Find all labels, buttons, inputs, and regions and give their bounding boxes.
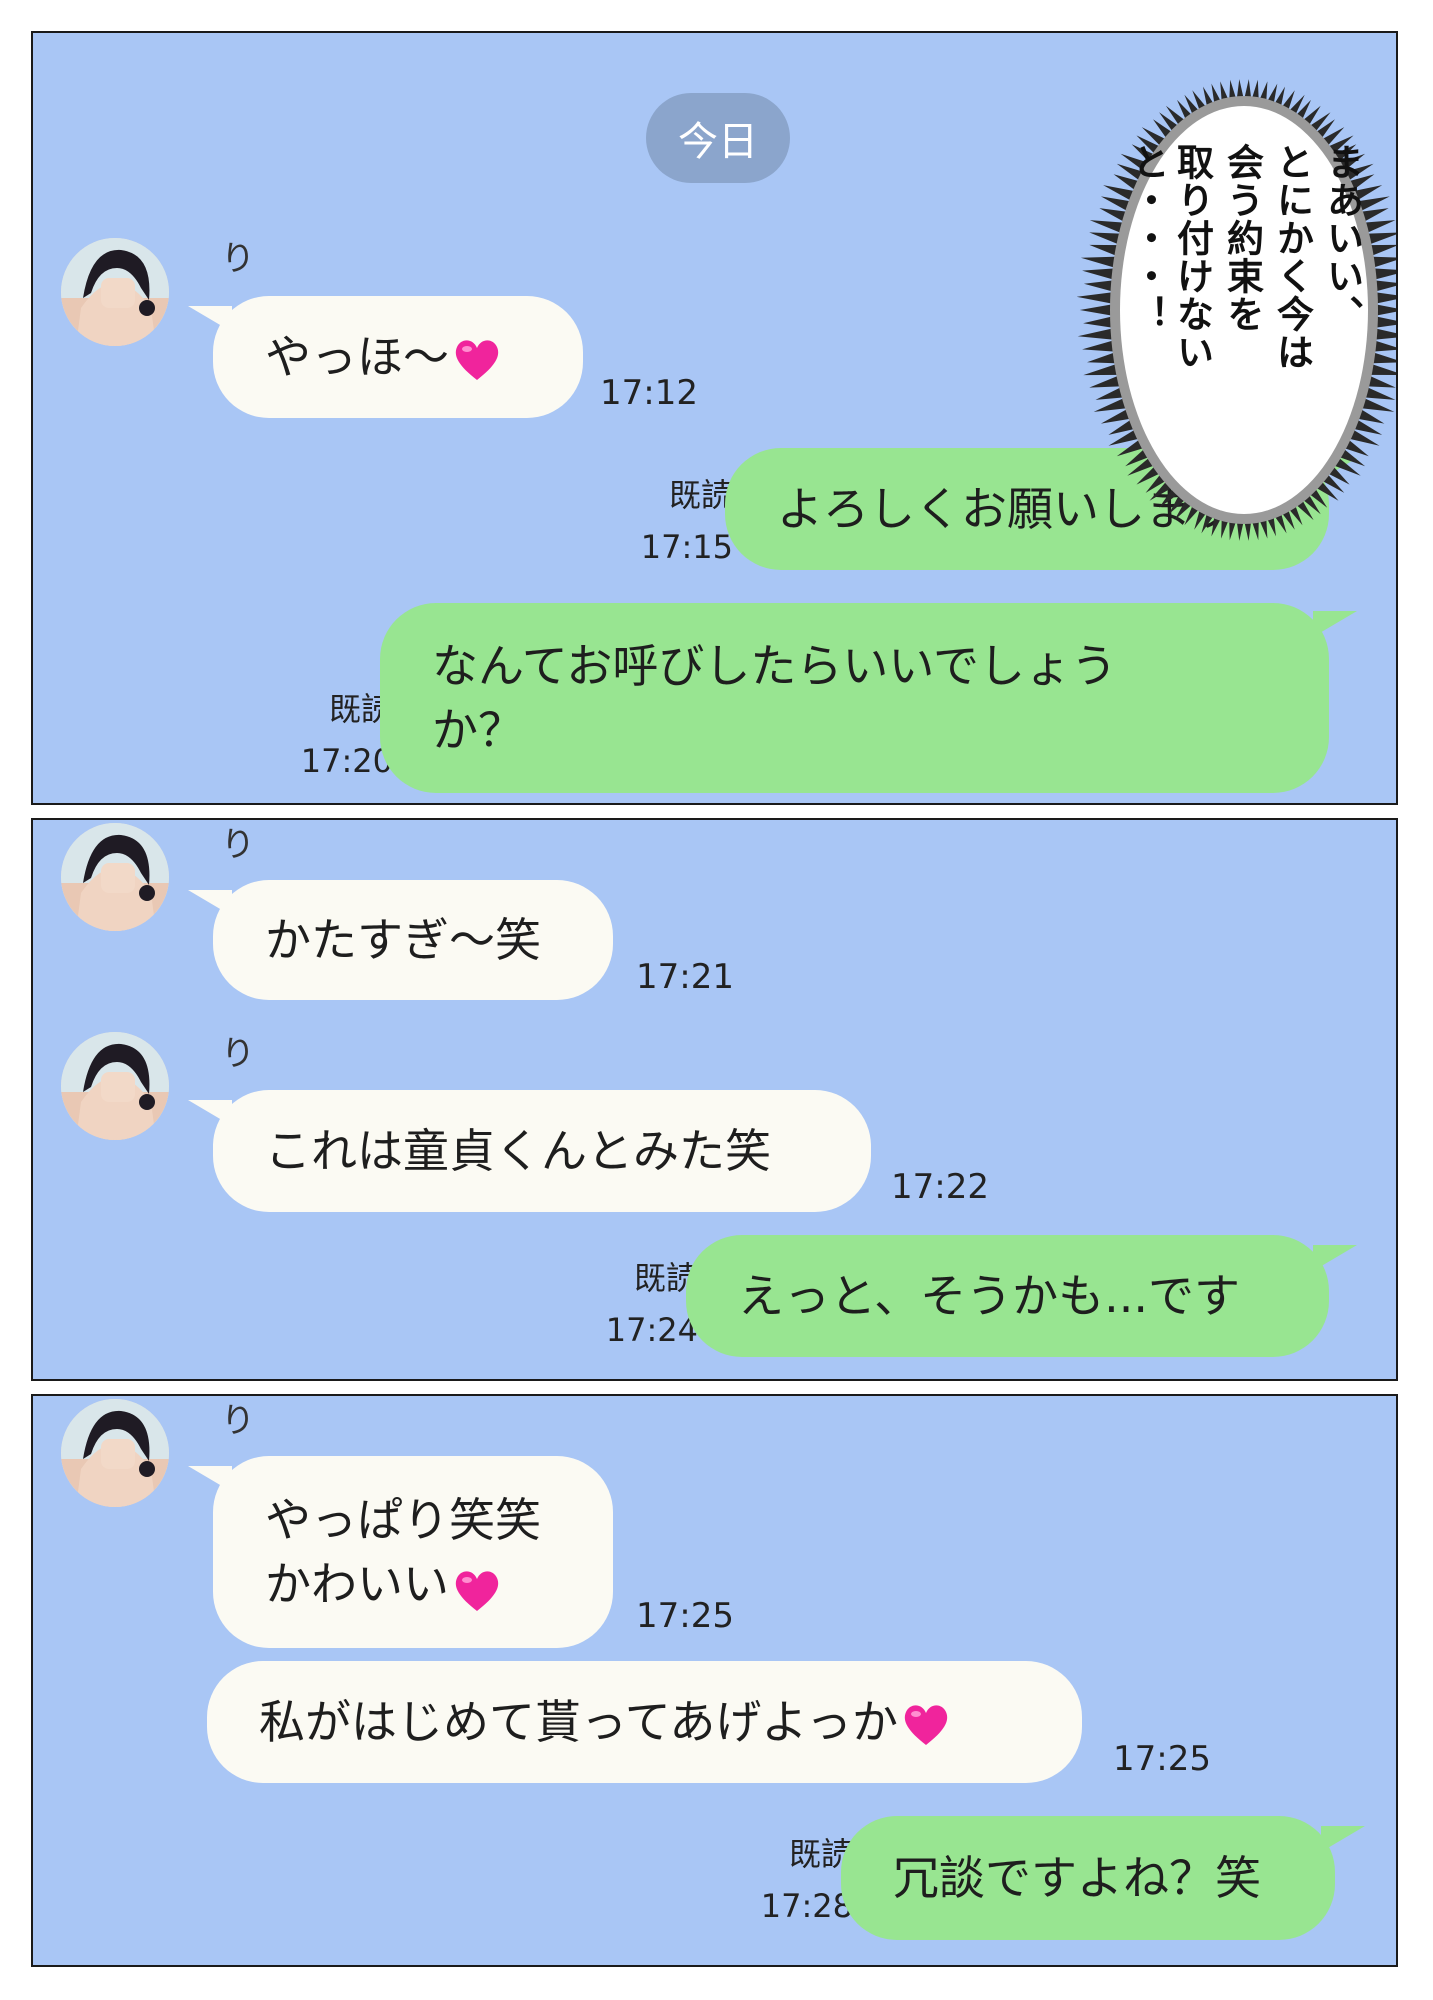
read-label: 既読 [668, 476, 733, 514]
heart-emoji-icon [902, 1699, 950, 1745]
incoming-message[interactable]: やっぱり笑笑 かわいい [213, 1456, 613, 1648]
thought-bubble: まあいい、 とにかく今は 会う約束を 取り付けないと・・・！ [1077, 63, 1396, 558]
message-time: 17:20 [300, 742, 393, 780]
message-text-line: やっぱり笑笑 [265, 1493, 541, 1547]
read-receipt: 既読 17:28 [723, 1828, 853, 1932]
message-text-line: かわいい [265, 1552, 501, 1616]
date-separator: 今日 [646, 93, 790, 183]
message-text-line: なんてお呼びしたらいいでしょう [432, 639, 1117, 693]
message-text: やっほ〜 [265, 330, 449, 384]
outgoing-message[interactable]: えっと、そうかも...です [686, 1235, 1329, 1357]
thought-line: まあいい、 [1320, 143, 1364, 333]
thought-text: まあいい、 とにかく今は 会う約束を 取り付けないと・・・！ [1077, 63, 1396, 558]
heart-emoji-icon [453, 334, 501, 380]
read-receipt: 既読 17:24 [568, 1252, 698, 1356]
bubble-tail [1313, 1245, 1357, 1271]
thought-line: 会う約束を [1220, 143, 1264, 333]
message-text: えっと、そうかも...です [738, 1269, 1241, 1323]
message-time: 17:25 [636, 1596, 734, 1636]
bubble-tail [1313, 611, 1357, 637]
message-time: 17:24 [605, 1311, 698, 1349]
contact-avatar[interactable] [61, 823, 169, 931]
read-receipt: 既読 17:15 [603, 469, 733, 573]
message-text: 冗談ですよね？笑 [893, 1851, 1261, 1905]
thought-line: とにかく今は [1270, 143, 1314, 371]
avatar-image [61, 1032, 169, 1140]
contact-name: り [221, 239, 255, 279]
outgoing-message[interactable]: 冗談ですよね？笑 [841, 1816, 1335, 1940]
chat-panel-2: り かたすぎ〜笑 17:21 り これは童貞くんとみた笑 17:22 既読 17… [31, 818, 1398, 1381]
contact-name: り [221, 1401, 255, 1441]
message-time: 17:22 [891, 1167, 989, 1207]
avatar-image [61, 1399, 169, 1507]
incoming-message[interactable]: これは童貞くんとみた笑 [213, 1090, 871, 1212]
avatar-image [61, 238, 169, 346]
message-text: これは童貞くんとみた笑 [265, 1124, 771, 1178]
incoming-message[interactable]: 私がはじめて貰ってあげよっか [207, 1661, 1082, 1783]
message-text-line: か？ [432, 703, 524, 757]
incoming-message[interactable]: やっほ〜 [213, 296, 583, 418]
message-time: 17:12 [600, 373, 698, 413]
incoming-message[interactable]: かたすぎ〜笑 [213, 880, 613, 1000]
message-time: 17:28 [760, 1887, 853, 1925]
chat-panel-3: り やっぱり笑笑 かわいい 17:25 私がはじめて貰ってあげよっか 17:25… [31, 1394, 1398, 1967]
heart-emoji-icon [453, 1565, 501, 1611]
read-receipt: 既読 17:20 [263, 683, 393, 787]
contact-avatar[interactable] [61, 1032, 169, 1140]
bubble-tail [1321, 1826, 1365, 1852]
contact-name: り [221, 825, 255, 865]
message-time: 17:15 [640, 528, 733, 566]
message-time: 17:25 [1113, 1739, 1211, 1779]
outgoing-message[interactable]: なんてお呼びしたらいいでしょう か？ [380, 603, 1329, 793]
message-text: かたすぎ〜笑 [265, 913, 541, 967]
avatar-image [61, 823, 169, 931]
contact-name: り [221, 1034, 255, 1074]
chat-panel-1: 今日 り やっほ〜 17:12 既読 17:15 よろしくお願いします 既読 1… [31, 31, 1398, 805]
thought-line: 取り付けないと・・・！ [1126, 143, 1214, 371]
message-text: 私がはじめて貰ってあげよっか [259, 1695, 898, 1749]
message-time: 17:21 [636, 957, 734, 997]
message-text: かわいい [265, 1557, 449, 1611]
contact-avatar[interactable] [61, 1399, 169, 1507]
contact-avatar[interactable] [61, 238, 169, 346]
